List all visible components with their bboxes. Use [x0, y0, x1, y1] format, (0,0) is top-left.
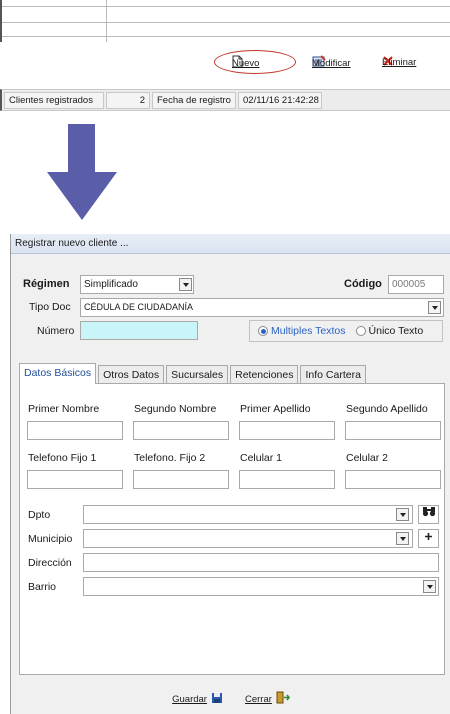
direccion-input[interactable]: [83, 553, 439, 572]
status-bar: Clientes registrados 2 Fecha de registro…: [0, 89, 450, 111]
tab-retenciones[interactable]: Retenciones: [230, 365, 299, 384]
transition-arrow-head: [47, 172, 117, 220]
datos-basicos-panel: Primer Nombre Segundo Nombre Primer Apel…: [19, 383, 445, 675]
tab-sucursales[interactable]: Sucursales: [166, 365, 229, 384]
celular1-label: Celular 1: [240, 452, 283, 464]
codigo-field: 000005: [388, 275, 444, 294]
telefono-fijo2-label: Telefono. Fijo 2: [134, 452, 206, 464]
registrar-cliente-dialog: Registrar nuevo cliente ... Régimen Simp…: [10, 234, 450, 714]
modificar-button[interactable]: Modificar: [312, 55, 351, 71]
tab-info-cartera[interactable]: Info Cartera: [300, 365, 366, 384]
primer-apellido-label: Primer Apellido: [240, 403, 311, 415]
tab-strip: Datos Básicos Otros Datos Sucursales Ret…: [19, 363, 368, 384]
celular1-input[interactable]: [239, 470, 335, 489]
radio-unico-texto[interactable]: Único Texto: [355, 325, 424, 337]
numero-label: Número: [37, 325, 75, 337]
regimen-select[interactable]: Simplificado: [80, 275, 194, 294]
chevron-down-icon[interactable]: [396, 508, 409, 521]
buscar-dpto-button[interactable]: [418, 505, 439, 524]
chevron-down-icon[interactable]: [428, 301, 441, 314]
segundo-apellido-input[interactable]: [345, 421, 441, 440]
grid-line: [2, 22, 450, 23]
grid-line: [2, 6, 450, 7]
primer-nombre-label: Primer Nombre: [28, 403, 100, 415]
clientes-registrados-label: Clientes registrados: [4, 92, 104, 109]
tipodoc-value: CÉDULA DE CIUDADANÍA: [84, 302, 194, 312]
segundo-nombre-input[interactable]: [133, 421, 229, 440]
grid-line: [106, 0, 107, 42]
eliminar-button[interactable]: Eliminar: [382, 55, 416, 70]
agregar-municipio-button[interactable]: [418, 529, 439, 548]
primer-apellido-input[interactable]: [239, 421, 335, 440]
regimen-label: Régimen: [23, 278, 70, 290]
modificar-label: Modificar: [312, 57, 351, 69]
codigo-label: Código: [344, 278, 382, 290]
dpto-select[interactable]: [83, 505, 413, 524]
guardar-label: Guardar: [172, 693, 207, 705]
radio-multiples-label: Multiples Textos: [271, 325, 346, 337]
radio-unselected-icon: [355, 326, 366, 336]
radio-selected-icon: [258, 326, 268, 336]
fecha-registro-label: Fecha de registro: [152, 92, 236, 109]
dialog-footer: Guardar Cerrar: [11, 690, 450, 708]
regimen-value: Simplificado: [84, 279, 138, 290]
tipodoc-select[interactable]: CÉDULA DE CIUDADANÍA: [80, 298, 444, 317]
barrio-label: Barrio: [28, 581, 57, 593]
telefono-fijo2-input[interactable]: [133, 470, 229, 489]
texto-mode-radio-group: Multiples Textos Único Texto: [249, 320, 443, 342]
radio-unico-label: Único Texto: [368, 325, 424, 337]
exit-door-icon: [276, 691, 290, 707]
chevron-down-icon[interactable]: [179, 278, 192, 291]
binoculars-icon: [422, 506, 436, 523]
tab-otros-datos[interactable]: Otros Datos: [98, 365, 165, 384]
plus-icon: [424, 530, 433, 547]
chevron-down-icon[interactable]: [396, 532, 409, 545]
telefono-fijo1-label: Telefono Fijo 1: [28, 452, 97, 464]
cerrar-label: Cerrar: [244, 693, 272, 705]
barrio-select[interactable]: [83, 577, 439, 596]
save-disk-icon: [211, 692, 223, 707]
tipodoc-label: Tipo Doc: [29, 301, 71, 313]
telefono-fijo1-input[interactable]: [27, 470, 123, 489]
dialog-title: Registrar nuevo cliente ...: [11, 234, 450, 254]
nuevo-button[interactable]: Nuevo: [232, 55, 259, 71]
fecha-registro-value: 02/11/16 21:42:28: [238, 92, 322, 109]
grid-line: [2, 36, 450, 37]
clientes-count: 2: [106, 92, 150, 109]
direccion-label: Dirección: [28, 557, 72, 569]
radio-multiples-textos[interactable]: Multiples Textos: [258, 325, 346, 337]
cerrar-button[interactable]: Cerrar: [245, 690, 290, 708]
clients-grid: [0, 0, 450, 42]
primer-nombre-input[interactable]: [27, 421, 123, 440]
guardar-button[interactable]: Guardar: [172, 690, 223, 708]
segundo-nombre-label: Segundo Nombre: [134, 403, 217, 415]
chevron-down-icon[interactable]: [423, 580, 436, 593]
celular2-label: Celular 2: [346, 452, 389, 464]
eliminar-label: Eliminar: [382, 57, 417, 68]
numero-input[interactable]: [80, 321, 198, 340]
municipio-select[interactable]: [83, 529, 413, 548]
tab-datos-basicos[interactable]: Datos Básicos: [19, 363, 97, 384]
nuevo-label: Nuevo: [232, 57, 260, 69]
celular2-input[interactable]: [345, 470, 441, 489]
transition-arrow-shaft: [68, 124, 95, 172]
segundo-apellido-label: Segundo Apellido: [346, 403, 428, 415]
municipio-label: Municipio: [28, 533, 73, 545]
dpto-label: Dpto: [28, 509, 51, 521]
codigo-value: 000005: [392, 279, 426, 290]
